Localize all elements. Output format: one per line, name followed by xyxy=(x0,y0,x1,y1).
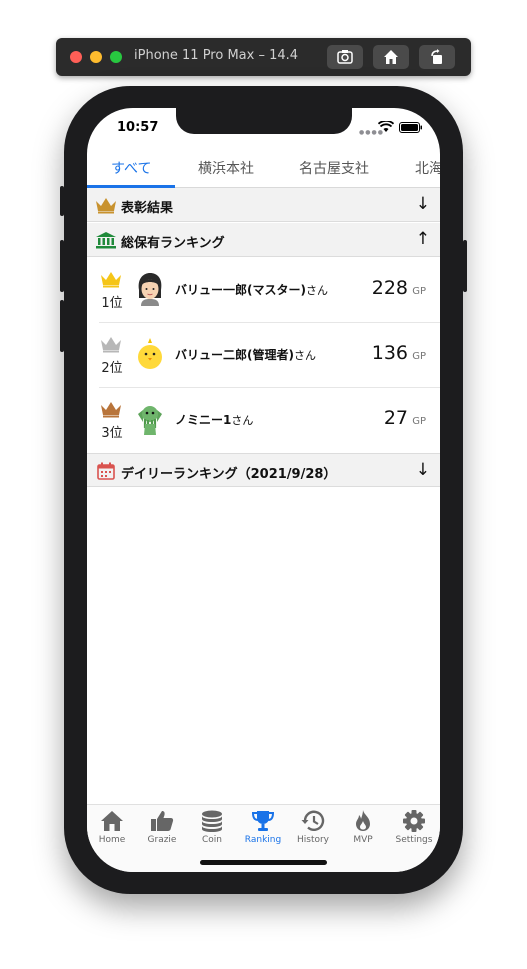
nav-grazie-label: Grazie xyxy=(147,835,177,845)
stage: iPhone 11 Pro Max – 14.4 10:57 ●●●● すべて … xyxy=(0,0,527,969)
nav-home[interactable]: Home xyxy=(87,809,137,853)
battery-icon xyxy=(399,122,422,133)
honorific-suffix: さん xyxy=(231,414,254,427)
location-tabs: すべて 横浜本社 名古屋支社 北海 xyxy=(87,146,440,188)
tab-hokkaido[interactable]: 北海 xyxy=(415,158,440,178)
gear-icon xyxy=(403,810,425,832)
points-value: 136 xyxy=(371,342,408,364)
ranking-row[interactable]: 3位 ノミニー1さん 27 GP xyxy=(87,388,440,453)
rank-label: 3位 xyxy=(101,426,123,441)
awards-section-header[interactable]: 表彰結果 ↓ xyxy=(87,188,440,222)
mute-switch xyxy=(60,186,64,216)
points-value: 228 xyxy=(371,277,408,299)
honorific-suffix: さん xyxy=(293,349,316,362)
rank-label: 2位 xyxy=(101,361,123,376)
simulator-title-bar: iPhone 11 Pro Max – 14.4 xyxy=(56,38,471,76)
member-name-text: バリュー二郎(管理者) xyxy=(175,348,294,362)
nav-ranking[interactable]: Ranking xyxy=(238,809,288,853)
points-unit: GP xyxy=(412,416,426,427)
wifi-icon xyxy=(378,121,394,132)
status-bar: 10:57 ●●●● xyxy=(87,108,440,146)
daily-ranking-section-header[interactable]: デイリーランキング（2021/9/28） ↓ xyxy=(87,453,440,487)
trophy-icon xyxy=(251,811,275,831)
member-name-text: ノミニー1 xyxy=(175,413,232,427)
crown-icon xyxy=(96,198,116,214)
camera-icon xyxy=(337,50,353,64)
calendar-icon xyxy=(97,462,115,480)
points-unit: GP xyxy=(412,351,426,362)
home-button[interactable] xyxy=(373,45,409,69)
daily-ranking-section-label: デイリーランキング（2021/9/28） xyxy=(121,467,337,482)
nav-settings[interactable]: Settings xyxy=(389,809,439,853)
simulator-title: iPhone 11 Pro Max – 14.4 xyxy=(134,48,299,63)
bronze-crown-icon xyxy=(101,402,121,418)
nav-settings-label: Settings xyxy=(395,835,433,845)
nav-mvp[interactable]: MVP xyxy=(338,809,388,853)
points-value: 27 xyxy=(383,407,408,429)
phone-screen: 10:57 ●●●● すべて 横浜本社 名古屋支社 北海 表彰結果 ↓ 総保有ラ… xyxy=(87,108,440,872)
tab-all[interactable]: すべて xyxy=(111,158,151,178)
rotate-icon xyxy=(431,49,442,64)
rotate-button[interactable] xyxy=(419,45,455,69)
total-ranking-section-header[interactable]: 総保有ランキング ↑ xyxy=(87,223,440,257)
thumbs-up-icon xyxy=(151,811,174,831)
rank-label: 1位 xyxy=(101,296,123,311)
bank-icon xyxy=(96,232,116,249)
nav-mvp-label: MVP xyxy=(353,835,373,845)
nav-home-label: Home xyxy=(98,835,126,845)
nav-history-label: History xyxy=(296,835,330,845)
coins-icon xyxy=(202,810,222,832)
man-avatar-icon xyxy=(138,273,162,306)
gold-crown-icon xyxy=(101,272,121,288)
close-window-button[interactable] xyxy=(70,51,82,63)
power-button xyxy=(463,240,467,292)
expand-arrow-icon[interactable]: ↓ xyxy=(416,194,430,214)
screenshot-button[interactable] xyxy=(327,45,363,69)
volume-up-button xyxy=(60,240,64,292)
member-name: バリュー一郎(マスター)さん xyxy=(175,281,328,298)
expand-arrow-icon[interactable]: ↓ xyxy=(416,460,430,480)
ranking-row[interactable]: 2位 バリュー二郎(管理者)さん 136 GP xyxy=(87,323,440,388)
nav-coin[interactable]: Coin xyxy=(187,809,237,853)
member-name-text: バリュー一郎(マスター) xyxy=(175,283,306,297)
monster-avatar-icon xyxy=(138,406,162,435)
total-ranking-section-label: 総保有ランキング xyxy=(121,236,225,251)
minimize-window-button[interactable] xyxy=(90,51,102,63)
volume-down-button xyxy=(60,300,64,352)
nav-grazie[interactable]: Grazie xyxy=(137,809,187,853)
ranking-row[interactable]: 1位 バリュー一郎(マスター)さん 228 GP xyxy=(87,258,440,323)
member-name: バリュー二郎(管理者)さん xyxy=(175,346,316,363)
chick-avatar-icon xyxy=(138,338,162,369)
status-time: 10:57 xyxy=(117,120,159,135)
collapse-arrow-icon[interactable]: ↑ xyxy=(416,229,430,249)
nav-ranking-label: Ranking xyxy=(244,835,282,845)
silver-crown-icon xyxy=(101,337,121,353)
member-name: ノミニー1さん xyxy=(175,411,253,428)
zoom-window-button[interactable] xyxy=(110,51,122,63)
tab-nagoya-branch[interactable]: 名古屋支社 xyxy=(299,158,369,178)
house-icon xyxy=(101,811,123,831)
points-unit: GP xyxy=(412,286,426,297)
home-indicator[interactable] xyxy=(200,860,327,865)
home-icon xyxy=(384,50,398,64)
awards-section-label: 表彰結果 xyxy=(121,201,174,216)
fire-icon xyxy=(356,810,370,831)
nav-coin-label: Coin xyxy=(202,835,222,845)
nav-history[interactable]: History xyxy=(288,809,338,853)
honorific-suffix: さん xyxy=(305,284,328,297)
tab-yokohama-hq[interactable]: 横浜本社 xyxy=(198,158,254,178)
history-icon xyxy=(301,810,325,831)
